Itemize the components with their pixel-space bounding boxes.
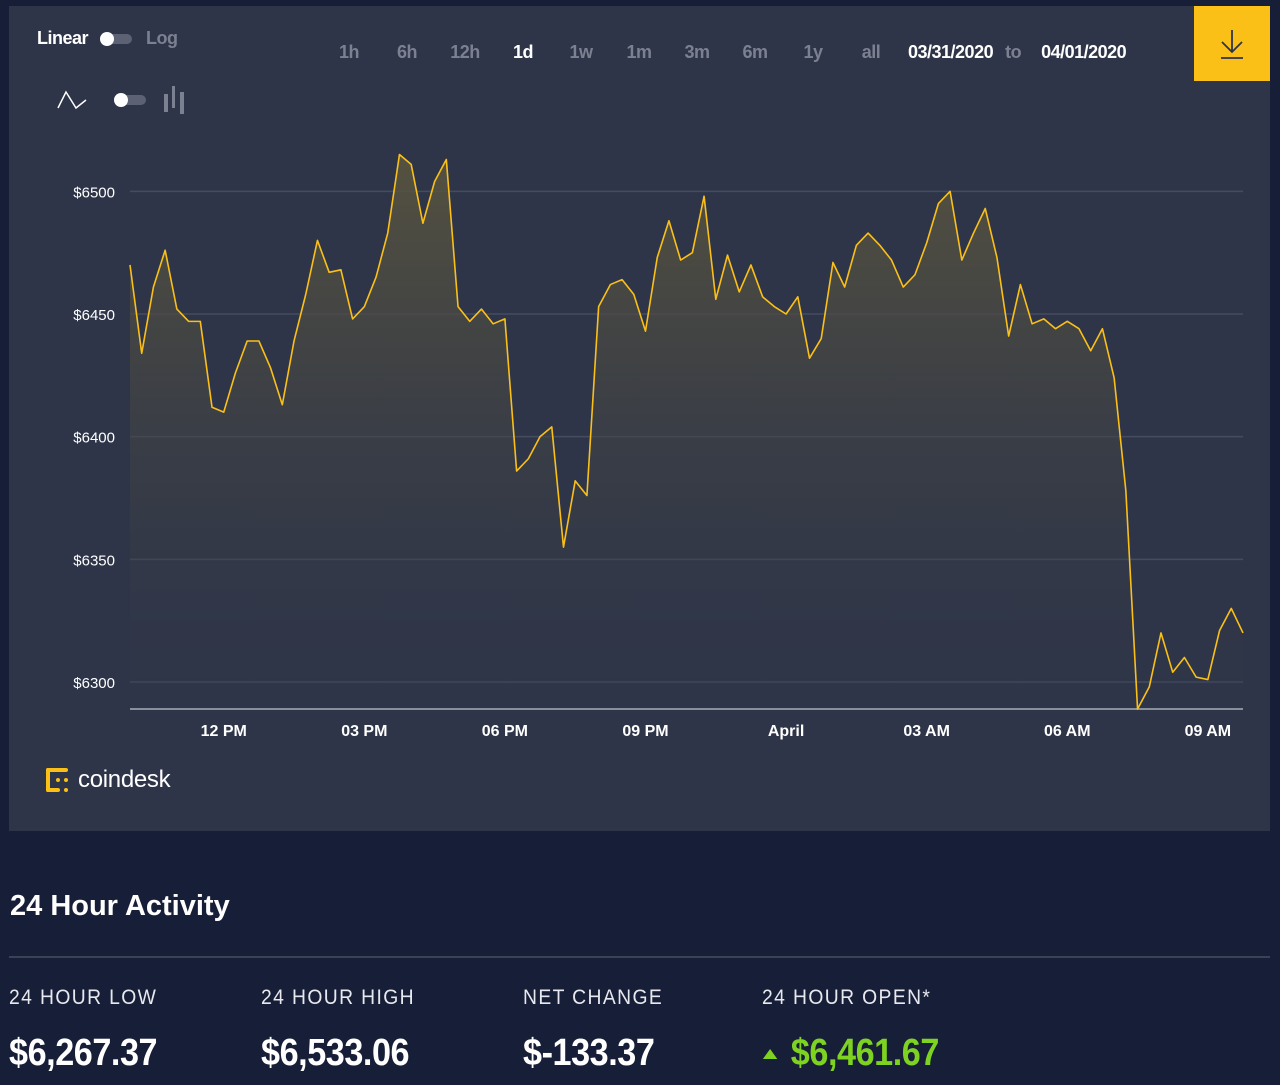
stat-value: $6,533.06 bbox=[261, 1032, 410, 1074]
stat-label: NET CHANGE bbox=[523, 986, 664, 1009]
stat-value-row: $6,461.67 bbox=[762, 1032, 939, 1075]
coindesk-logo: coindesk bbox=[46, 766, 171, 794]
x-tick-label: 09 PM bbox=[622, 723, 668, 740]
divider bbox=[9, 956, 1270, 958]
stat-24h-high: 24 HOUR HIGH $6,533.06 bbox=[261, 986, 428, 1075]
stat-label: 24 HOUR HIGH bbox=[261, 986, 415, 1009]
price-area bbox=[130, 154, 1243, 709]
stat-24h-low: 24 HOUR LOW $6,267.37 bbox=[9, 986, 174, 1075]
stat-value: $6,461.67 bbox=[790, 1032, 940, 1074]
up-arrow-icon bbox=[762, 1048, 778, 1059]
y-tick-label: $6500 bbox=[73, 184, 115, 201]
x-tick-label: 06 AM bbox=[1044, 723, 1091, 740]
x-tick-label: 12 PM bbox=[201, 723, 247, 740]
activity-title: 24 Hour Activity bbox=[10, 890, 230, 922]
x-tick-label: 03 AM bbox=[903, 723, 950, 740]
y-tick-label: $6450 bbox=[73, 307, 115, 324]
x-tick-label: 03 PM bbox=[341, 723, 387, 740]
y-tick-label: $6400 bbox=[73, 430, 115, 447]
coindesk-logo-icon bbox=[46, 768, 68, 792]
stat-value: $6,267.37 bbox=[9, 1032, 158, 1074]
y-tick-label: $6350 bbox=[73, 552, 115, 569]
x-tick-label: April bbox=[768, 723, 804, 740]
y-tick-label: $6300 bbox=[73, 675, 115, 692]
x-tick-label: 09 AM bbox=[1185, 723, 1232, 740]
stat-label: 24 HOUR LOW bbox=[9, 986, 158, 1009]
stat-net-change: NET CHANGE $-133.37 bbox=[523, 986, 675, 1075]
x-tick-label: 06 PM bbox=[482, 723, 528, 740]
stat-24h-open: 24 HOUR OPEN* $6,461.67 bbox=[762, 986, 959, 1075]
stat-value: $-133.37 bbox=[523, 1032, 655, 1074]
coindesk-logo-text: coindesk bbox=[78, 766, 171, 793]
price-chart: $6300 $6350 $6400 $6450 $6500 12 PM 03 PM 06 PM… bbox=[73, 153, 1244, 740]
stat-label: 24 HOUR OPEN* bbox=[762, 986, 932, 1009]
